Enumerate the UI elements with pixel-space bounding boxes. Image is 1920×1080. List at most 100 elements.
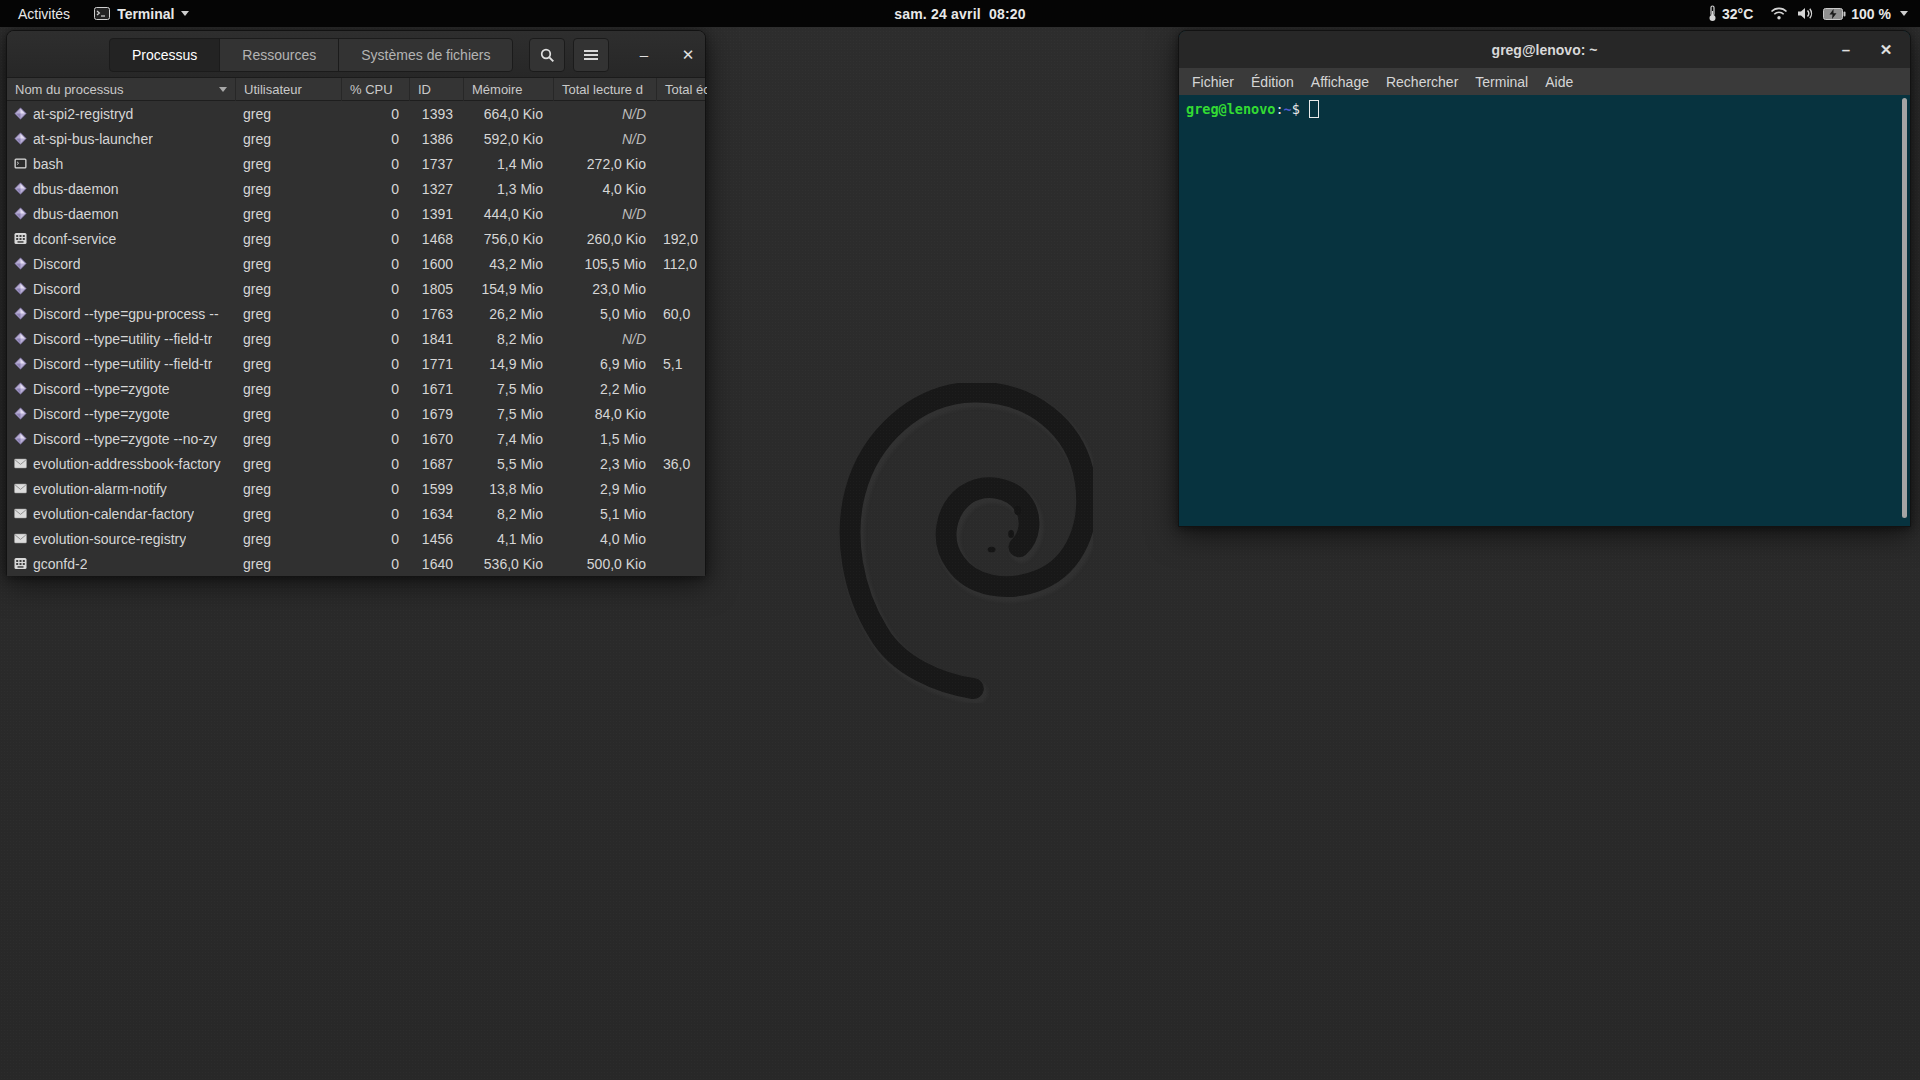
process-name-cell: at-spi2-registryd — [7, 106, 235, 122]
process-row[interactable]: dbus-daemongreg01391444,0 KioN/D — [7, 201, 705, 226]
process-name-cell: Discord --type=zygote — [7, 406, 235, 422]
process-name-cell: Discord — [7, 281, 235, 297]
process-row[interactable]: evolution-calendar-factorygreg016348,2 M… — [7, 501, 705, 526]
minimize-button[interactable]: – — [1831, 31, 1861, 68]
system-monitor-window: Processus Ressources Systèmes de fichier… — [6, 30, 706, 576]
process-total-read-cell: 1,5 Mio — [553, 431, 656, 447]
column-header-cpu[interactable]: % CPU — [341, 78, 409, 101]
top-bar: Activités Terminal sam. 24 avril 08:20 3… — [0, 0, 1920, 27]
process-name: evolution-alarm-notify — [33, 481, 167, 497]
process-total-read-cell: 84,0 Kio — [553, 406, 656, 422]
app-menu[interactable]: Terminal — [94, 6, 189, 22]
process-cpu-cell: 0 — [341, 181, 409, 197]
menu-rechercher[interactable]: Rechercher — [1386, 74, 1458, 90]
process-row[interactable]: gconfd-2greg01640536,0 Kio500,0 Kio — [7, 551, 705, 576]
process-total-read-cell: 5,0 Mio — [553, 306, 656, 322]
search-button[interactable] — [529, 38, 565, 72]
process-id-cell: 1671 — [409, 381, 463, 397]
chevron-down-icon — [1900, 11, 1908, 16]
process-row[interactable]: dbus-daemongreg013271,3 Mio4,0 Kio — [7, 176, 705, 201]
process-row[interactable]: Discordgreg0160043,2 Mio105,5 Mio112,0 — [7, 251, 705, 276]
process-name-cell: evolution-addressbook-factory — [7, 456, 235, 472]
process-total-read-cell: N/D — [553, 106, 656, 122]
process-cpu-cell: 0 — [341, 481, 409, 497]
tab-processus[interactable]: Processus — [109, 38, 220, 72]
diamond-process-icon — [14, 257, 27, 270]
process-row[interactable]: evolution-source-registrygreg014564,1 Mi… — [7, 526, 705, 551]
menu-terminal[interactable]: Terminal — [1475, 74, 1528, 90]
process-user-cell: greg — [235, 106, 341, 122]
column-header-total-read[interactable]: Total lecture d — [553, 78, 656, 101]
menu-aide[interactable]: Aide — [1545, 74, 1573, 90]
process-id-cell: 1679 — [409, 406, 463, 422]
process-name-cell: Discord --type=zygote — [7, 381, 235, 397]
tab-systemes-de-fichiers[interactable]: Systèmes de fichiers — [338, 38, 513, 72]
clock[interactable]: sam. 24 avril 08:20 — [894, 6, 1026, 22]
process-user-cell: greg — [235, 381, 341, 397]
process-name-cell: Discord --type=gpu-process -- — [7, 306, 235, 322]
terminal-screen[interactable]: greg@lenovo:~$ — [1179, 95, 1910, 527]
process-user-cell: greg — [235, 356, 341, 372]
process-name: Discord --type=utility --field-tr — [33, 331, 212, 347]
column-header-memory[interactable]: Mémoire — [463, 78, 553, 101]
process-id-cell: 1386 — [409, 131, 463, 147]
process-name: at-spi2-registryd — [33, 106, 133, 122]
process-name: dconf-service — [33, 231, 116, 247]
hamburger-menu-button[interactable] — [573, 38, 609, 72]
process-row[interactable]: Discord --type=utility --field-trgreg017… — [7, 351, 705, 376]
thermometer-icon — [1708, 5, 1717, 22]
process-row[interactable]: dconf-servicegreg01468756,0 Kio260,0 Kio… — [7, 226, 705, 251]
close-button[interactable]: ✕ — [1871, 31, 1901, 68]
process-user-cell: greg — [235, 331, 341, 347]
process-total-read-cell: 500,0 Kio — [553, 556, 656, 572]
process-row[interactable]: Discord --type=gpu-process --greg0176326… — [7, 301, 705, 326]
process-row[interactable]: evolution-addressbook-factorygreg016875,… — [7, 451, 705, 476]
process-row[interactable]: Discord --type=zygotegreg016717,5 Mio2,2… — [7, 376, 705, 401]
process-memory-cell: 154,9 Mio — [463, 281, 553, 297]
activities-button[interactable]: Activités — [12, 6, 76, 22]
sort-descending-icon — [219, 87, 227, 92]
process-row[interactable]: Discordgreg01805154,9 Mio23,0 Mio — [7, 276, 705, 301]
process-name: Discord --type=utility --field-tr — [33, 356, 212, 372]
process-name-cell: Discord --type=utility --field-tr — [7, 356, 235, 372]
menu-fichier[interactable]: Fichier — [1192, 74, 1234, 90]
terminal-scrollbar[interactable] — [1902, 98, 1907, 518]
process-user-cell: greg — [235, 256, 341, 272]
column-header-user[interactable]: Utilisateur — [235, 78, 341, 101]
menu-edition[interactable]: Édition — [1251, 74, 1294, 90]
battery-label: 100 % — [1851, 6, 1891, 22]
minimize-button[interactable]: – — [629, 31, 659, 78]
settings-process-icon — [14, 557, 27, 570]
column-header-total-write[interactable]: Total écr — [656, 78, 707, 101]
process-row[interactable]: Discord --type=zygotegreg016797,5 Mio84,… — [7, 401, 705, 426]
process-row[interactable]: at-spi-bus-launchergreg01386592,0 KioN/D — [7, 126, 705, 151]
system-indicators[interactable]: 32°C 100 % — [1708, 5, 1920, 22]
process-memory-cell: 5,5 Mio — [463, 456, 553, 472]
process-row[interactable]: Discord --type=zygote --no-zygreg016707,… — [7, 426, 705, 451]
process-id-cell: 1391 — [409, 206, 463, 222]
mail-process-icon — [14, 507, 27, 520]
process-id-cell: 1640 — [409, 556, 463, 572]
process-row[interactable]: bashgreg017371,4 Mio272,0 Kio — [7, 151, 705, 176]
hamburger-icon — [584, 50, 598, 60]
process-cpu-cell: 0 — [341, 531, 409, 547]
process-user-cell: greg — [235, 456, 341, 472]
search-icon — [540, 48, 555, 63]
menu-affichage[interactable]: Affichage — [1311, 74, 1369, 90]
column-header-id[interactable]: ID — [409, 78, 463, 101]
process-total-read-cell: 5,1 Mio — [553, 506, 656, 522]
process-row[interactable]: evolution-alarm-notifygreg0159913,8 Mio2… — [7, 476, 705, 501]
process-name: Discord --type=zygote — [33, 381, 170, 397]
diamond-process-icon — [14, 407, 27, 420]
column-header-name[interactable]: Nom du processus — [7, 78, 235, 101]
close-button[interactable]: ✕ — [673, 31, 703, 78]
process-row[interactable]: Discord --type=utility --field-trgreg018… — [7, 326, 705, 351]
diamond-process-icon — [14, 132, 27, 145]
process-row[interactable]: at-spi2-registrydgreg01393664,0 KioN/D — [7, 101, 705, 126]
process-name-cell: Discord --type=utility --field-tr — [7, 331, 235, 347]
process-name: dbus-daemon — [33, 181, 119, 197]
process-id-cell: 1393 — [409, 106, 463, 122]
tab-ressources[interactable]: Ressources — [219, 38, 339, 72]
shell-prompt: greg@lenovo:~$ — [1186, 100, 1903, 118]
process-memory-cell: 43,2 Mio — [463, 256, 553, 272]
